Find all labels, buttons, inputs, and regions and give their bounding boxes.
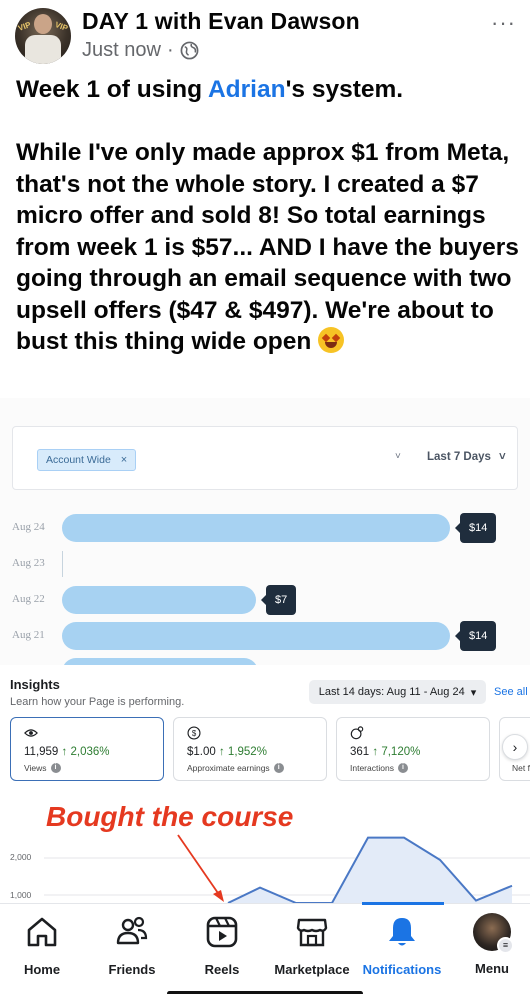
metric-label: Net f — [512, 763, 530, 773]
annotation-arrowhead — [213, 890, 224, 902]
filter-chip-account-wide[interactable]: Account Wide × — [37, 449, 137, 471]
annotation-arrow — [177, 834, 221, 897]
insights-panel: Insights Learn how your Page is performi… — [0, 665, 530, 903]
metric-card-views[interactable]: 11,959 ↑ 2,036% Views i — [10, 717, 164, 781]
metric-label: Views i — [24, 763, 61, 773]
menu-avatar: ≡ — [473, 913, 514, 954]
info-icon: i — [273, 763, 284, 773]
bar-date-label: Aug 24 — [12, 521, 45, 533]
sales-bar[interactable] — [62, 551, 63, 577]
see-all-link[interactable]: See all — [494, 686, 528, 698]
mention-link[interactable]: Adrian — [208, 76, 286, 103]
meta-separator: · — [166, 39, 174, 61]
svg-text:$: $ — [192, 729, 197, 738]
more-options-icon[interactable]: ··· — [491, 10, 516, 36]
bar-value-tooltip: $14 — [454, 621, 497, 651]
interactions-icon — [350, 726, 364, 740]
chip-close-icon[interactable]: × — [121, 454, 127, 466]
reels-icon — [206, 916, 238, 948]
bottom-navigation: Home Friends Reels Marketplace Notificat… — [0, 902, 530, 994]
insights-subtitle: Learn how your Page is performing. — [10, 696, 185, 708]
author-avatar[interactable]: VIP VIP — [15, 8, 71, 64]
text-after-mention: 's system. — [285, 76, 404, 103]
sales-filter-card: Account Wide × ˅ Last 7 Days ˅ — [12, 426, 518, 490]
insights-date-caret-icon: ▾ — [470, 686, 477, 699]
menu-badge-icon: ≡ — [497, 937, 514, 954]
nav-reels[interactable]: Reels — [174, 914, 270, 977]
sales-bar[interactable] — [62, 514, 450, 542]
avatar-face — [34, 14, 52, 34]
info-icon: i — [50, 763, 61, 773]
marketplace-icon — [296, 918, 328, 947]
star-struck-emoji-icon — [318, 327, 345, 353]
metric-value: $1.00 ↑ 1,952% — [187, 746, 267, 758]
sales-bar[interactable] — [62, 586, 256, 614]
date-range-label: Last 7 Days — [427, 451, 491, 463]
bar-value-tooltip: $14 — [454, 513, 497, 543]
post-author-line[interactable]: DAY 1 with Evan Dawson — [82, 8, 360, 35]
post-header: VIP VIP DAY 1 with Evan Dawson Just now … — [0, 0, 530, 70]
globe-icon — [180, 41, 199, 60]
bar-date-label: Aug 23 — [12, 557, 45, 569]
dollar-icon: $ — [187, 726, 201, 740]
filter-chip-label: Account Wide — [46, 454, 111, 466]
post-text: Week 1 of using Adrian's system. While I… — [16, 74, 521, 358]
metric-label: Interactions i — [350, 763, 408, 773]
bar-value-tooltip: $7 — [260, 585, 297, 615]
chevron-down-icon[interactable]: ˅ — [395, 451, 401, 462]
insights-date-range[interactable]: Last 14 days: Aug 11 - Aug 24 ▾ — [309, 680, 486, 704]
sales-bar[interactable] — [62, 622, 450, 650]
post-body-text: While I've only made approx $1 from Meta… — [16, 139, 519, 355]
metric-label: Approximate earnings i — [187, 763, 284, 773]
metric-card-interactions[interactable]: 361 ↑ 7,120% Interactions i — [336, 717, 490, 781]
next-arrow-icon[interactable]: › — [502, 734, 528, 760]
bar-date-label: Aug 22 — [12, 593, 45, 605]
info-icon: i — [397, 763, 408, 773]
bar-date-label: Aug 21 — [12, 629, 45, 641]
home-icon — [27, 917, 57, 947]
metric-value: 361 ↑ 7,120% — [350, 746, 421, 758]
nav-label: Notifications — [362, 962, 442, 977]
metric-value: 11,959 ↑ 2,036% — [24, 746, 110, 758]
y-tick-label: 2,000 — [10, 852, 32, 862]
nav-label: Marketplace — [274, 962, 350, 977]
nav-friends[interactable]: Friends — [84, 914, 180, 977]
friends-icon — [116, 916, 148, 945]
insights-date-range-label: Last 14 days: Aug 11 - Aug 24 — [318, 686, 465, 698]
post-meta: Just now · — [82, 39, 199, 62]
date-range-select[interactable]: Last 7 Days ˅ — [427, 451, 506, 463]
nav-label: Friends — [108, 962, 156, 977]
nav-label: Menu — [475, 961, 509, 976]
avatar-shirt — [25, 35, 61, 64]
nav-label: Reels — [204, 962, 240, 977]
nav-menu[interactable]: ≡ Menu — [444, 913, 530, 976]
metric-card-earnings[interactable]: $ $1.00 ↑ 1,952% Approximate earnings i — [173, 717, 327, 781]
active-tab-indicator — [362, 902, 444, 905]
post-text-line1: Week 1 of using Adrian's system. — [16, 74, 521, 106]
post-timestamp[interactable]: Just now — [82, 39, 161, 62]
nav-label: Home — [23, 962, 61, 977]
insights-area-chart: Bought the course 2,000 1,000 — [0, 790, 530, 903]
y-tick-label: 1,000 — [10, 890, 32, 900]
nav-notifications[interactable]: Notifications — [354, 914, 450, 977]
date-range-chevron-icon: ˅ — [498, 451, 506, 463]
insights-title: Insights — [10, 677, 60, 692]
post-text-body: While I've only made approx $1 from Meta… — [16, 137, 521, 358]
bell-icon — [389, 918, 415, 946]
annotation-text: Bought the course — [46, 801, 294, 832]
attached-screenshot[interactable]: Account Wide × ˅ Last 7 Days ˅ Aug 24 $14… — [0, 398, 530, 903]
text-before-mention: Week 1 of using — [16, 76, 208, 103]
avatar-vip-left: VIP — [16, 20, 33, 33]
nav-home[interactable]: Home — [0, 914, 90, 977]
eye-icon — [24, 729, 38, 737]
nav-marketplace[interactable]: Marketplace — [264, 914, 360, 977]
avatar-vip-right: VIP — [53, 20, 70, 33]
